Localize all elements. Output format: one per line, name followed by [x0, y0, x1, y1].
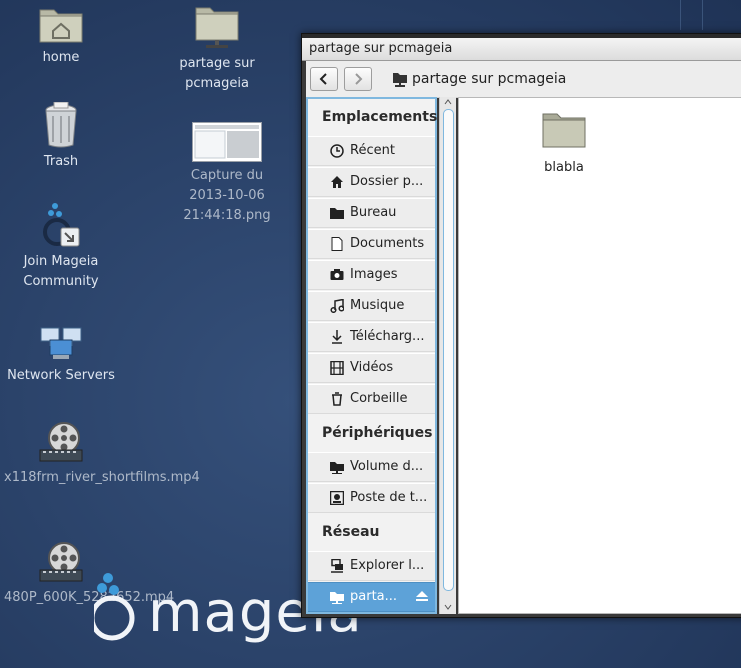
drive-icon — [330, 462, 344, 474]
desktop-icon-network-share[interactable]: partage sur pcmageia — [160, 4, 274, 94]
eject-icon[interactable] — [415, 590, 429, 602]
sidebar-item-label: Poste de t... — [350, 490, 428, 505]
sidebar-item-label: Images — [350, 267, 398, 282]
desktop-icon-label: partage sur pcmageia — [179, 56, 255, 91]
scroll-up-icon[interactable] — [444, 99, 452, 105]
desktop-icon-join-mageia[interactable]: Join Mageia Community — [4, 202, 118, 292]
toolbar: partage sur pcmageia — [306, 61, 741, 98]
home-icon — [331, 176, 343, 188]
sidebar-item-downloads[interactable]: Télécharg... — [308, 322, 435, 352]
sidebar-item-volume[interactable]: Volume d... — [308, 452, 435, 482]
mageia-link-icon — [43, 203, 80, 247]
clock-icon — [330, 144, 344, 158]
sidebar-item-computer[interactable]: Poste de t... — [308, 483, 435, 513]
trash-icon — [45, 102, 77, 148]
sidebar-item-home[interactable]: Dossier p... — [308, 167, 435, 197]
screenshot-thumbnail-icon — [192, 122, 262, 162]
desktop-icon-network-servers[interactable]: Network Servers — [4, 326, 118, 386]
document-icon — [331, 237, 343, 251]
sidebar-item-desktop[interactable]: Bureau — [308, 198, 435, 228]
desktop-icon-label: Trash — [43, 154, 79, 169]
file-view[interactable]: blabla — [458, 97, 741, 614]
sidebar-item-label: Documents — [350, 236, 425, 251]
folder-icon — [542, 113, 586, 148]
film-reel-icon — [39, 422, 83, 462]
computer-icon — [330, 491, 344, 505]
network-folder-icon — [195, 7, 239, 48]
desktop-icon-label: x118frm_river_shortfilms.mp4 — [4, 470, 200, 485]
window-title: partage sur pcmageia — [309, 41, 453, 56]
desktop-icon-label: home — [42, 50, 80, 65]
file-item[interactable]: blabla — [519, 110, 609, 175]
sidebar-heading-network: Réseau — [322, 524, 380, 540]
places-sidebar[interactable]: Emplacements Récent Dossier p... Bureau … — [306, 97, 437, 614]
desktop-icon-video-1[interactable]: x118frm_river_shortfilms.mp4 — [4, 422, 200, 488]
desktop-icon-screenshot[interactable]: Capture du 2013-10-06 21:44:18.png — [170, 122, 284, 226]
film-icon — [330, 361, 344, 375]
sidebar-item-label: Volume d... — [350, 459, 424, 474]
sidebar-item-label: Corbeille — [350, 391, 408, 406]
desktop-icon-trash[interactable]: Trash — [4, 102, 118, 172]
sidebar-item-label: Dossier p... — [350, 174, 424, 189]
sidebar-heading-places: Emplacements — [322, 109, 438, 125]
wallpaper-line — [680, 0, 681, 30]
sidebar-item-recent[interactable]: Récent — [308, 136, 435, 166]
sidebar-item-label: Vidéos — [350, 360, 394, 375]
film-reel-icon — [39, 542, 83, 582]
sidebar-item-documents[interactable]: Documents — [308, 229, 435, 259]
sidebar-item-label: parta... — [350, 589, 398, 604]
sidebar-heading-devices: Périphériques — [322, 425, 433, 441]
sidebar-item-videos[interactable]: Vidéos — [308, 353, 435, 383]
network-share-icon — [330, 592, 344, 604]
file-item-label: blabla — [544, 160, 584, 175]
location-label[interactable]: partage sur pcmageia — [412, 71, 566, 87]
desktop-icon-label: Join Mageia Community — [23, 254, 99, 289]
desktop-icon-home[interactable]: home — [4, 4, 118, 68]
chevron-left-icon — [319, 73, 327, 85]
forward-button[interactable] — [344, 67, 372, 91]
chevron-right-icon — [355, 73, 363, 85]
download-icon — [332, 330, 342, 344]
wallpaper-line — [702, 0, 703, 30]
sidebar-item-browse-network[interactable]: Explorer l... — [308, 551, 435, 581]
home-folder-icon — [39, 9, 83, 43]
back-button[interactable] — [310, 67, 338, 91]
window-titlebar[interactable]: partage sur pcmageia — [302, 34, 741, 61]
sidebar-item-music[interactable]: Musique — [308, 291, 435, 321]
network-servers-icon — [40, 327, 82, 359]
camera-icon — [330, 269, 344, 280]
sidebar-item-label: Explorer l... — [350, 558, 425, 573]
file-manager-window[interactable]: partage sur pcmageia partage sur pcmagei… — [301, 33, 741, 618]
sidebar-item-label: Télécharg... — [350, 329, 425, 344]
sidebar-item-label: Récent — [350, 143, 395, 158]
trash-icon — [332, 392, 342, 406]
network-share-icon — [393, 73, 407, 87]
scroll-down-icon[interactable] — [444, 604, 452, 610]
sidebar-item-label: Bureau — [350, 205, 397, 220]
scrollbar-thumb[interactable] — [443, 109, 454, 591]
sidebar-item-images[interactable]: Images — [308, 260, 435, 290]
sidebar-item-trash[interactable]: Corbeille — [308, 384, 435, 414]
network-icon — [331, 559, 343, 573]
sidebar-item-network-share[interactable]: parta... — [308, 582, 435, 612]
sidebar-scrollbar[interactable] — [439, 97, 456, 614]
desktop-icon-label: Network Servers — [7, 368, 115, 383]
sidebar-item-label: Musique — [350, 298, 405, 313]
music-icon — [330, 299, 344, 313]
desktop-icon-label: Capture du 2013-10-06 21:44:18.png — [183, 168, 271, 223]
desktop-folder-icon — [330, 208, 344, 219]
